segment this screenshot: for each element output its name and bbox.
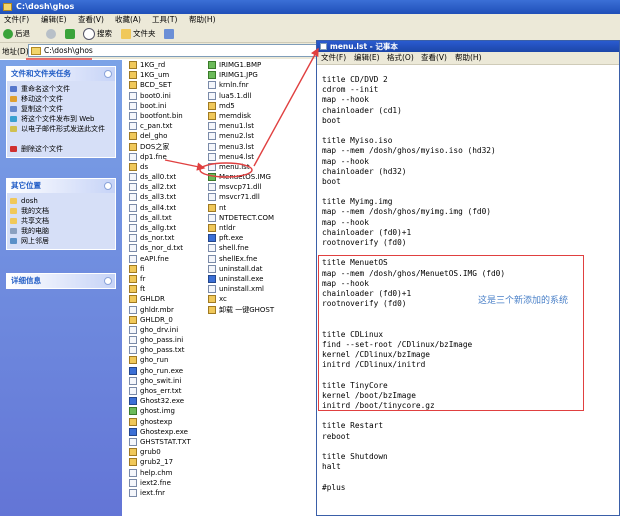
menu-lst-circle xyxy=(199,162,253,178)
annotation-overlay xyxy=(26,47,319,178)
arrow-to-notepad xyxy=(253,47,319,167)
arrow-to-file xyxy=(164,159,206,171)
